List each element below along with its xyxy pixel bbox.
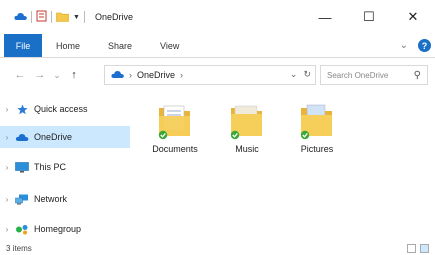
title-separator: [83, 11, 85, 23]
navigation-pane: › Quick access › OneDrive › This PC › Ne…: [0, 92, 130, 242]
expand-chevron-icon[interactable]: ›: [0, 163, 14, 172]
toolbar-separator: [51, 11, 52, 23]
breadcrumb-separator-icon[interactable]: ›: [129, 70, 132, 80]
network-icon: [14, 193, 30, 205]
breadcrumb-separator-icon[interactable]: ›: [180, 70, 183, 80]
tab-share[interactable]: Share: [94, 34, 146, 57]
folder-name: Documents: [152, 144, 198, 154]
window-title: OneDrive: [94, 12, 133, 22]
tab-home[interactable]: Home: [42, 34, 94, 57]
onedrive-cloud-icon: [14, 12, 27, 23]
folder-item-music[interactable]: Music: [215, 102, 279, 154]
sidebar-item-onedrive[interactable]: › OneDrive: [0, 126, 130, 148]
music-folder-icon: [229, 102, 265, 142]
address-bar-controls: ⌄ ↻: [290, 69, 311, 80]
window-controls: — ☐ ✕: [303, 0, 435, 34]
sidebar-item-network[interactable]: › Network: [0, 188, 130, 210]
folder-item-documents[interactable]: Documents: [143, 102, 207, 154]
sidebar-item-label: OneDrive: [34, 132, 73, 142]
folder-item-pictures[interactable]: Pictures: [285, 102, 349, 154]
file-list: Documents Music Pictures: [131, 92, 435, 242]
tab-view[interactable]: View: [146, 34, 193, 57]
tab-file[interactable]: File: [4, 34, 42, 57]
cloud-icon: [14, 131, 30, 143]
onedrive-address-icon: [111, 70, 124, 81]
up-button[interactable]: ↑: [64, 65, 84, 85]
maximize-button[interactable]: ☐: [347, 0, 391, 34]
documents-folder-icon: [157, 102, 193, 142]
sidebar-item-label: Homegroup: [34, 224, 82, 234]
quick-access-toolbar: ▼ OneDrive: [0, 0, 133, 34]
title-bar: ▼ OneDrive — ☐ ✕: [0, 0, 435, 34]
properties-icon[interactable]: [36, 10, 47, 24]
folder-name: Music: [235, 144, 259, 154]
forward-button[interactable]: →: [30, 65, 50, 85]
star-icon: [14, 103, 30, 115]
address-dropdown-icon[interactable]: ⌄: [290, 69, 298, 80]
new-folder-icon[interactable]: [56, 11, 69, 24]
pictures-folder-icon: [299, 102, 335, 142]
sidebar-item-this-pc[interactable]: › This PC: [0, 156, 130, 178]
ribbon-right-controls: ⌄ ?: [400, 39, 431, 52]
help-icon[interactable]: ?: [418, 39, 431, 52]
back-button[interactable]: ←: [10, 65, 30, 85]
sidebar-item-label: Quick access: [34, 104, 88, 114]
search-icon[interactable]: ⚲: [414, 70, 421, 81]
expand-ribbon-chevron-icon[interactable]: ⌄: [400, 40, 408, 51]
search-input[interactable]: Search OneDrive: [327, 71, 388, 80]
minimize-button[interactable]: —: [303, 0, 347, 34]
monitor-icon: [14, 161, 30, 173]
ribbon-tabs: File Home Share View ⌄ ?: [0, 34, 435, 58]
status-bar: 3 items: [0, 242, 435, 255]
sidebar-item-label: This PC: [34, 162, 67, 172]
navigation-bar: ← → ⌄ ↑ › OneDrive › ⌄ ↻ Search OneDrive…: [0, 59, 435, 91]
sidebar-item-quick-access[interactable]: › Quick access: [0, 98, 130, 120]
help-glyph: ?: [421, 40, 428, 51]
recent-locations-chevron-icon[interactable]: ⌄: [50, 65, 64, 85]
expand-chevron-icon[interactable]: ›: [0, 105, 14, 114]
large-icons-view-icon[interactable]: [420, 244, 429, 253]
view-toggle-group: [407, 244, 429, 253]
item-count: 3 items: [6, 244, 32, 253]
homegroup-icon: [14, 223, 30, 235]
expand-chevron-icon[interactable]: ›: [0, 133, 14, 142]
sidebar-item-homegroup[interactable]: › Homegroup: [0, 218, 130, 240]
details-view-icon[interactable]: [407, 244, 416, 253]
customize-toolbar-chevron-icon[interactable]: ▼: [73, 14, 80, 21]
sidebar-item-label: Network: [34, 194, 68, 204]
close-button[interactable]: ✕: [391, 0, 435, 34]
toolbar-separator: [31, 11, 32, 23]
search-box[interactable]: Search OneDrive ⚲: [320, 65, 428, 85]
expand-chevron-icon[interactable]: ›: [0, 225, 14, 234]
refresh-icon[interactable]: ↻: [303, 69, 311, 80]
folder-name: Pictures: [300, 144, 334, 154]
address-bar[interactable]: › OneDrive › ⌄ ↻: [104, 65, 316, 85]
breadcrumb-onedrive[interactable]: OneDrive: [137, 70, 175, 80]
expand-chevron-icon[interactable]: ›: [0, 195, 14, 204]
